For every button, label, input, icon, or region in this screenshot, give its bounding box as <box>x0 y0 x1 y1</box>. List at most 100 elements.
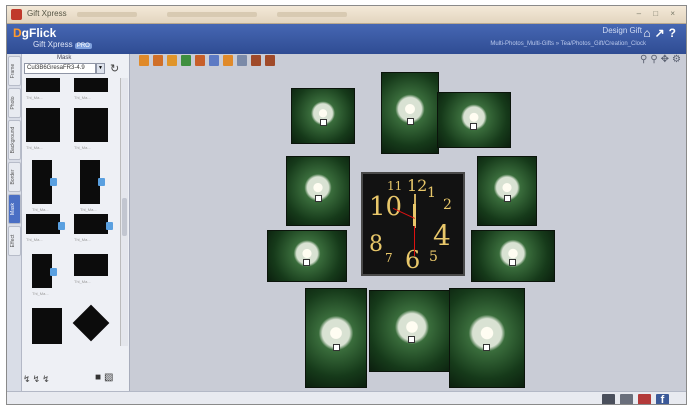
send-back-icon[interactable] <box>195 55 205 66</box>
settings-icon[interactable]: ⚙ <box>672 54 684 65</box>
clock-hour-hand <box>413 204 416 226</box>
redo-icon[interactable] <box>265 55 275 66</box>
mask-thumbnail[interactable]: Thl_Ma... <box>80 160 105 212</box>
tab-label: Effect <box>10 234 16 248</box>
thumbnail-caption: Thl_Ma... <box>32 207 49 212</box>
tab-mask[interactable]: Mask <box>8 194 21 224</box>
photo-tile[interactable] <box>286 156 350 226</box>
thumbnail-scrollbar[interactable] <box>120 78 128 346</box>
clock-face[interactable]: 10 12 1 8 4 6 5 7 2 11 <box>361 172 465 276</box>
clock-numeral: 4 <box>433 219 451 252</box>
tab-border[interactable]: Border <box>8 162 21 192</box>
photo-tag <box>504 195 512 203</box>
flip-icon[interactable] <box>167 55 177 66</box>
chevron-down-icon[interactable]: ▼ <box>96 63 105 74</box>
thumbnail-caption: Thl_Ma... <box>26 145 43 150</box>
clock-numeral: 7 <box>385 251 393 265</box>
selected-badge <box>106 222 113 230</box>
clock-numeral: 8 <box>369 232 383 257</box>
title-bar-blur <box>167 12 257 17</box>
mask-thumbnail[interactable]: Thl_Ma... <box>32 160 57 212</box>
print-icon[interactable] <box>620 394 633 404</box>
mask-thumbnail[interactable]: Thl_Ma... <box>74 214 113 242</box>
thumbnail-caption: Thl_Ma... <box>26 237 43 242</box>
save-icon[interactable] <box>602 394 615 404</box>
photo-tile[interactable] <box>267 230 347 282</box>
photo-tile[interactable] <box>449 288 525 388</box>
window-title: Gift Xpress <box>27 9 67 18</box>
facebook-icon[interactable]: f <box>656 394 669 404</box>
bring-forward-icon[interactable] <box>181 55 191 66</box>
photo-tag <box>314 195 322 203</box>
mask-tools-icon[interactable]: ↯↯↯ <box>23 374 52 385</box>
selected-badge <box>50 177 57 186</box>
tab-label: Border <box>10 169 16 185</box>
photo-tile[interactable] <box>305 288 367 388</box>
breadcrumb: Multi-Photos_Multi-Gifts » Tea/Photos_Gi… <box>490 41 646 47</box>
photo-tag <box>470 123 478 131</box>
photo-tag <box>483 343 491 351</box>
photo-tile[interactable] <box>437 92 511 148</box>
align-icon[interactable] <box>237 55 247 66</box>
mask-thumbnail[interactable]: Thl_Ma... <box>26 214 65 242</box>
mask-thumbnail[interactable]: Thl_Ma... <box>74 108 108 150</box>
selected-badge <box>98 177 105 186</box>
mask-thumbnail[interactable]: Thl_Ma... <box>32 254 57 296</box>
category-select[interactable]: Cul3B6GresaFR3-4.9 <box>24 63 96 74</box>
app-header: DgFlick Gift Xpress PRO Design Gift ⌂↗? … <box>7 24 686 54</box>
left-panel-footer: ↯↯↯ ■▧ <box>7 354 130 391</box>
lock-icon[interactable]: ■▧ <box>95 372 117 383</box>
photo-tag <box>407 117 415 125</box>
section-label: Mask <box>57 55 72 61</box>
help-icon[interactable]: ? <box>669 26 680 40</box>
scrollbar-thumb[interactable] <box>122 198 127 236</box>
photo-tile[interactable] <box>291 88 355 144</box>
tab-label: Mask <box>10 203 16 215</box>
rotate-left-icon[interactable] <box>139 55 149 66</box>
design-canvas[interactable]: 10 12 1 8 4 6 5 7 2 11 <box>131 70 686 391</box>
title-bar-blur <box>277 12 347 17</box>
home-icon[interactable]: ⌂ <box>643 26 654 40</box>
tab-label: Background <box>10 126 16 154</box>
fit-icon[interactable]: ✥ <box>661 54 672 65</box>
selected-badge <box>50 267 57 276</box>
export-icon[interactable] <box>638 394 651 404</box>
thumbnail-caption: Thl_Ma... <box>80 207 97 212</box>
tab-effect[interactable]: Effect <box>8 226 21 256</box>
clock-numeral: 6 <box>405 246 421 274</box>
bottom-bar: f <box>7 391 686 404</box>
mask-thumbnail[interactable] <box>72 304 110 342</box>
delete-icon[interactable] <box>223 55 233 66</box>
mask-thumbnail[interactable] <box>32 308 62 344</box>
zoom-out-icon[interactable]: ⚲ <box>650 54 660 65</box>
thumbnail-caption: Thl_Ma... <box>74 279 91 284</box>
clock-numeral: 1 <box>427 185 436 201</box>
brand-logo: DgFlick <box>13 26 56 40</box>
mask-thumbnail[interactable]: Thl_Ma... <box>26 78 60 100</box>
clock-numeral: 10 <box>369 192 403 222</box>
tab-photo[interactable]: Photo <box>8 88 21 118</box>
selected-badge <box>58 222 65 230</box>
header-icons: ⌂↗? <box>643 26 680 40</box>
thumbnail-caption: Thl_Ma... <box>74 237 91 242</box>
tools-icon[interactable]: ↗ <box>655 26 669 40</box>
window-controls[interactable]: – □ × <box>637 9 680 18</box>
photo-tile[interactable] <box>381 72 439 154</box>
tab-background[interactable]: Background <box>8 120 21 160</box>
mask-thumbnail[interactable]: Thl_Ma... <box>26 108 60 150</box>
editor-toolbar: ⚲⚲✥⚙ <box>131 54 686 70</box>
tab-frame[interactable]: Frame <box>8 56 21 86</box>
crop-icon[interactable] <box>209 55 219 66</box>
photo-tag <box>333 343 340 351</box>
zoom-in-icon[interactable]: ⚲ <box>640 54 650 65</box>
undo-icon[interactable] <box>251 55 261 66</box>
mask-thumbnail[interactable]: Thl_Ma... <box>74 254 108 284</box>
photo-tile[interactable] <box>477 156 537 226</box>
tab-label: Photo <box>10 96 16 110</box>
refresh-icon[interactable]: ↻ <box>110 62 119 75</box>
photo-tile[interactable] <box>471 230 555 282</box>
mask-thumbnail[interactable]: Thl_Ma... <box>74 78 108 100</box>
photo-tile[interactable] <box>369 290 455 372</box>
photo-tag <box>303 259 311 266</box>
rotate-right-icon[interactable] <box>153 55 163 66</box>
